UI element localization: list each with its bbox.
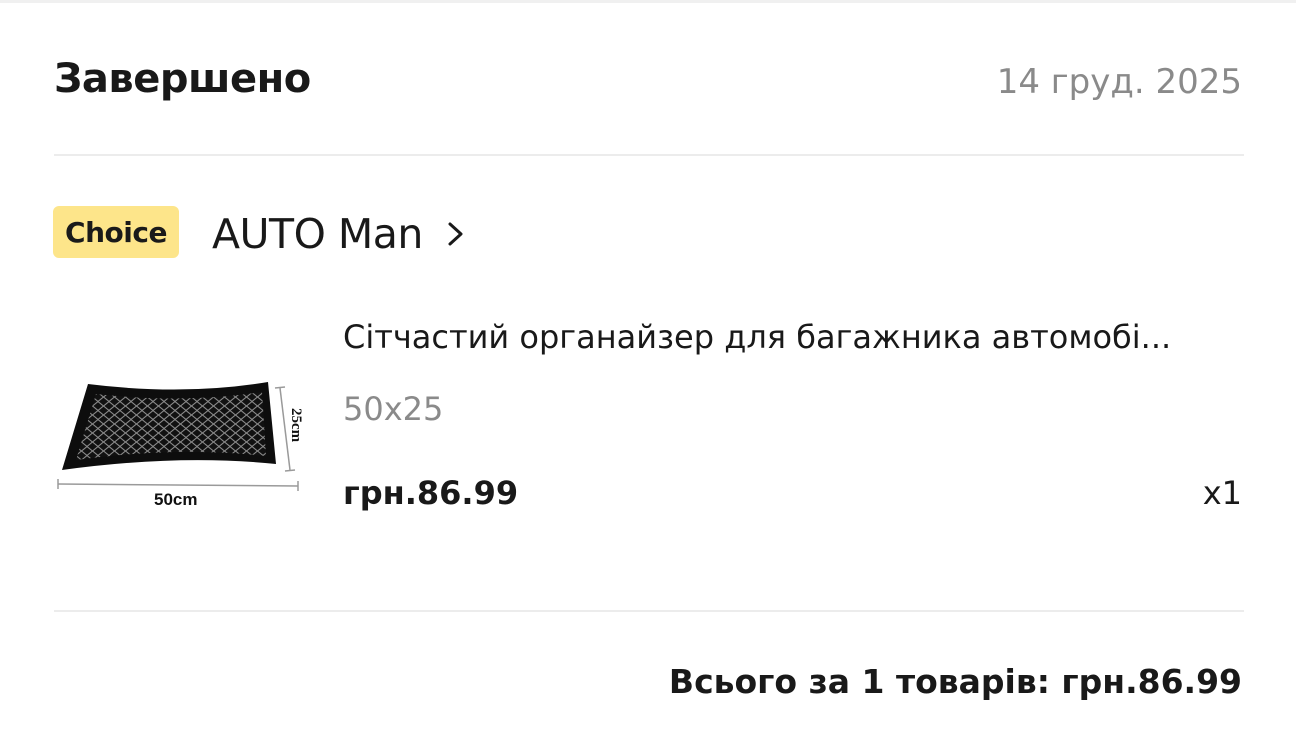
store-link[interactable]: AUTO Man	[212, 206, 473, 262]
order-total: Всього за 1 товарів: грн.86.99	[668, 662, 1242, 701]
order-status: Завершено	[54, 56, 311, 102]
product-title[interactable]: Сітчастий органайзер для багажника автом…	[343, 318, 1238, 356]
product-quantity: x1	[1202, 474, 1242, 512]
order-date: 14 груд. 2025	[996, 62, 1242, 102]
summary-divider	[54, 610, 1244, 612]
choice-badge: Choice	[53, 206, 179, 258]
product-price: грн.86.99	[343, 474, 519, 512]
header-divider	[54, 154, 1244, 156]
product-image[interactable]: 25cm 50cm	[54, 370, 316, 520]
top-divider	[0, 0, 1296, 3]
image-width-label: 50cm	[154, 490, 197, 509]
product-variant: 50x25	[343, 390, 444, 428]
store-name: AUTO Man	[212, 210, 423, 258]
chevron-right-icon	[445, 220, 473, 248]
image-height-label: 25cm	[288, 408, 304, 443]
